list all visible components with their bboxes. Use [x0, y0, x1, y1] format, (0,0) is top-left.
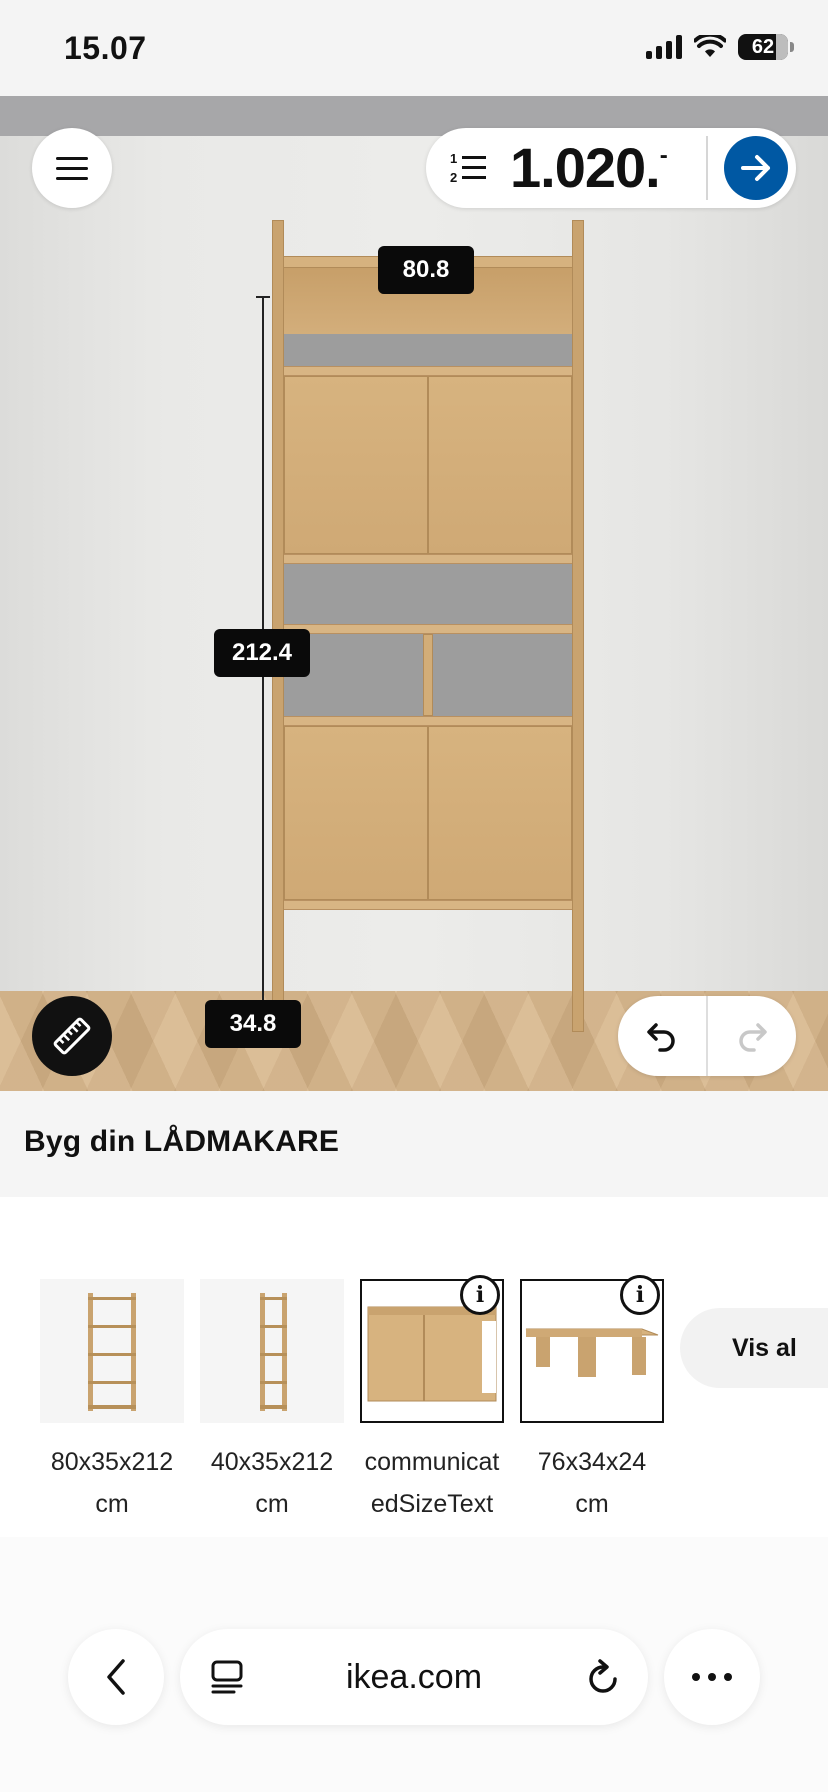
product-size-label: 80x35x212 cm	[50, 1448, 174, 1518]
shelf-unit-model[interactable]	[272, 220, 584, 1032]
cabinet-door-left[interactable]	[284, 726, 428, 900]
browser-toolbar: ikea.com	[0, 1537, 828, 1792]
arrow-right-icon	[741, 155, 770, 181]
depth-dimension-label: 34.8	[205, 1000, 301, 1048]
hamburger-icon	[56, 156, 88, 180]
status-bar: 15.07 62	[0, 0, 828, 96]
product-carousel[interactable]: 80x35x212 cm 40x35x212 cm i communicated…	[0, 1197, 828, 1537]
numbered-list-icon: 1 2	[450, 151, 486, 185]
price-summary[interactable]: 1 2 1.020.-	[426, 128, 796, 208]
shelf-back-middle	[284, 564, 572, 624]
status-time: 15.07	[64, 30, 147, 66]
price-value: 1.020.	[510, 136, 661, 199]
shelf-post-right	[572, 220, 584, 1032]
url-text: ikea.com	[345, 1658, 483, 1696]
shelf-divider	[423, 634, 433, 716]
product-card[interactable]: 40x35x212 cm	[200, 1279, 344, 1525]
cabinet-door-left[interactable]	[284, 376, 428, 554]
undo-icon	[647, 1023, 675, 1052]
more-options-button[interactable]	[664, 1629, 760, 1725]
chevron-left-icon	[107, 1659, 125, 1695]
info-icon[interactable]: i	[460, 1275, 500, 1315]
view-all-button[interactable]: Vis al	[680, 1308, 828, 1388]
measure-button[interactable]	[32, 996, 112, 1076]
svg-text:2: 2	[450, 170, 457, 185]
redo-button[interactable]	[708, 996, 796, 1076]
width-dimension-label: 80.8	[378, 246, 474, 294]
product-card[interactable]: 80x35x212 cm	[40, 1279, 184, 1525]
reload-icon[interactable]	[584, 1657, 622, 1697]
product-size-label: 76x34x24 cm	[537, 1448, 647, 1518]
menu-button[interactable]	[32, 128, 112, 208]
cabinet-door-right[interactable]	[428, 376, 572, 554]
page-title: Byg din LÅDMAKARE	[24, 1125, 340, 1158]
status-icons: 62	[646, 34, 794, 60]
cellular-signal-icon	[646, 35, 682, 59]
shelf-tall-image	[40, 1279, 184, 1423]
battery-icon: 62	[738, 34, 794, 60]
price-suffix: -	[659, 142, 668, 169]
title-band: Byg din LÅDMAKARE	[0, 1091, 828, 1197]
shelf-board	[284, 624, 572, 634]
address-bar[interactable]: ikea.com	[180, 1629, 648, 1725]
product-card[interactable]: i communicatedSizeText	[360, 1275, 504, 1525]
svg-text:1: 1	[450, 151, 457, 166]
shelf-bottom-board	[284, 900, 572, 910]
checkout-arrow-button[interactable]	[724, 136, 788, 200]
undo-redo-controls	[618, 996, 796, 1076]
shelf-narrow-image	[200, 1279, 344, 1423]
product-size-label: communicatedSizeText	[364, 1448, 500, 1518]
info-icon[interactable]: i	[620, 1275, 660, 1315]
pill-divider	[706, 136, 708, 200]
configurator-scene[interactable]: 80.8 212.4 34.8 1 2 1.020.-	[0, 96, 828, 1091]
product-size-label: 40x35x212 cm	[210, 1448, 334, 1518]
height-dimension-label: 212.4	[214, 629, 310, 677]
battery-level: 62	[751, 35, 775, 58]
shelf-board	[284, 716, 572, 726]
ruler-icon	[53, 1017, 91, 1055]
ellipsis-icon	[692, 1673, 732, 1681]
shelf-post-left	[272, 220, 284, 1032]
total-price: 1.020.-	[510, 140, 668, 196]
wifi-icon	[694, 35, 726, 57]
shelf-board	[284, 554, 572, 564]
shelf-board	[284, 366, 572, 376]
redo-icon	[739, 1023, 767, 1052]
cabinet-door-right[interactable]	[428, 726, 572, 900]
back-button[interactable]	[68, 1629, 164, 1725]
undo-button[interactable]	[618, 996, 706, 1076]
product-card[interactable]: i 76x34x24 cm	[520, 1275, 664, 1525]
